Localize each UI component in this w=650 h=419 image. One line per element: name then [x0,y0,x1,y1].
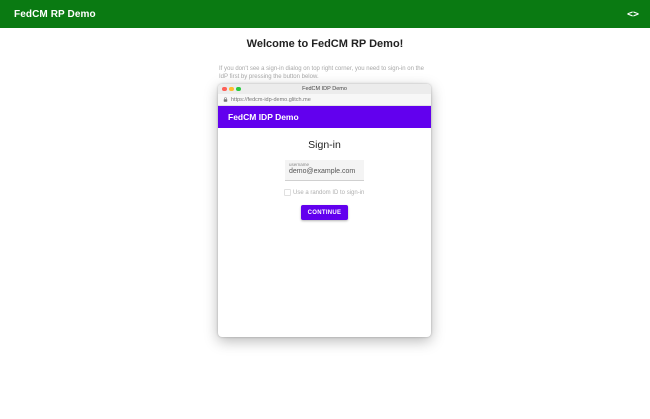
username-label: username [289,162,310,167]
welcome-heading: Welcome to FedCM RP Demo! [246,38,404,50]
idp-header-title: FedCM IDP Demo [228,112,299,122]
lock-icon [223,97,228,102]
random-id-label: Use a random ID to sign-in [293,189,365,196]
popup-window-title: FedCM IDP Demo [302,86,347,92]
popup-url: https://fedcm-idp-demo.glitch.me [231,96,311,103]
random-id-checkbox[interactable] [284,189,291,196]
signin-title: Sign-in [308,139,341,151]
idp-header: FedCM IDP Demo [218,106,431,128]
instructions-text: If you don't see a sign-in dialog on top… [219,66,424,80]
popup-titlebar: FedCM IDP Demo [218,84,431,94]
code-icon[interactable]: <> [627,9,639,20]
close-window-icon[interactable] [222,86,227,91]
window-controls [222,86,241,91]
app-bar: FedCM RP Demo <> [0,0,650,28]
minimize-window-icon[interactable] [229,86,234,91]
maximize-window-icon[interactable] [236,86,241,91]
app-title: FedCM RP Demo [14,8,96,20]
username-value[interactable]: demo@example.com [289,168,361,175]
random-id-option[interactable]: Use a random ID to sign-in [284,189,431,196]
username-field[interactable]: username demo@example.com [285,160,364,181]
popup-url-bar: https://fedcm-idp-demo.glitch.me [218,94,431,106]
idp-popup-window: FedCM IDP Demo https://fedcm-idp-demo.gl… [218,84,431,337]
continue-button[interactable]: CONTINUE [301,205,348,220]
